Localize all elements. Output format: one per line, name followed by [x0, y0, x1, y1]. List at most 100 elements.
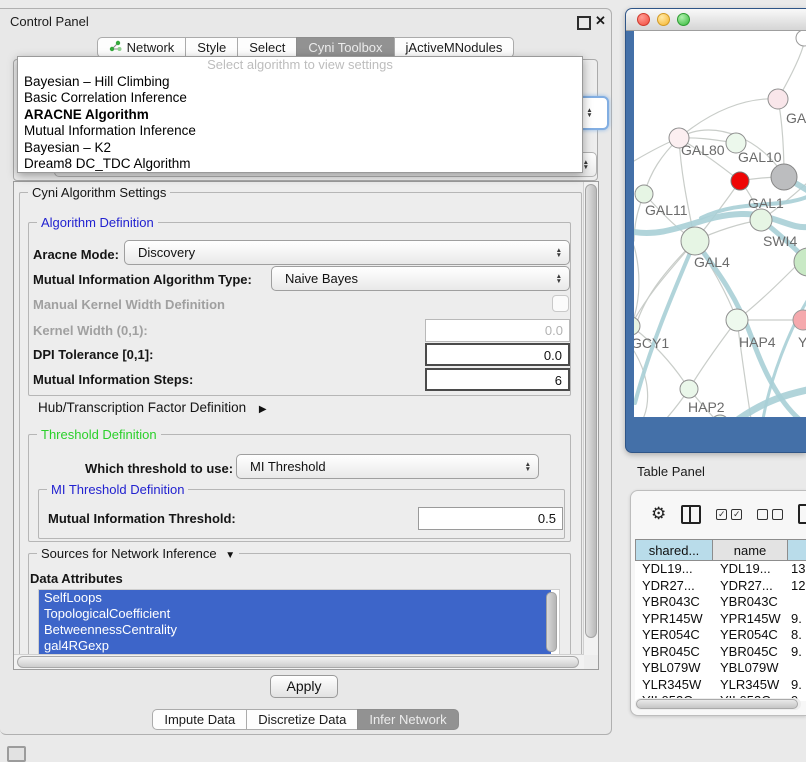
- tab-label: Discretize Data: [258, 710, 346, 729]
- table-body: YDL19...YDL19...13YDR27...YDR27...12YBR0…: [635, 561, 806, 701]
- mi-threshold-field[interactable]: 0.5: [418, 507, 563, 530]
- close-icon[interactable]: ✕: [595, 13, 606, 29]
- tab-discretize-data[interactable]: Discretize Data: [246, 709, 357, 730]
- table-row[interactable]: YBL079WYBL079W: [635, 660, 806, 677]
- which-threshold-combo[interactable]: MI Threshold ▲▼: [236, 454, 539, 479]
- table-row[interactable]: YLR345WYLR345W9.: [635, 677, 806, 694]
- node-gal-pink[interactable]: [768, 89, 788, 109]
- data-attribute-item[interactable]: TopologicalCoefficient: [39, 606, 551, 622]
- table-cell: YDR27...: [635, 578, 713, 595]
- column-header[interactable]: shared...: [635, 539, 713, 561]
- node-label-gal10: GAL10: [738, 149, 782, 165]
- mi-type-combo[interactable]: Naive Bayes ▲▼: [271, 266, 570, 291]
- table-cell: YDL19...: [635, 561, 713, 578]
- node-label-gal: GAL: [786, 110, 806, 126]
- checked-box-icon: ✓: [731, 509, 742, 520]
- minimize-traffic-light-icon[interactable]: [657, 13, 670, 26]
- algorithm-option[interactable]: Dream8 DC_TDC Algorithm: [18, 156, 582, 172]
- dpi-tolerance-field[interactable]: 0.0: [425, 343, 570, 366]
- sources-title: Sources for Network Inference: [41, 546, 217, 561]
- node-label-y: Y: [798, 334, 806, 350]
- data-attribute-item[interactable]: gal4RGexp: [39, 638, 551, 654]
- network-edge[interactable]: [689, 320, 737, 389]
- gear-icon[interactable]: ⚙: [651, 505, 666, 523]
- zoom-traffic-light-icon[interactable]: [677, 13, 690, 26]
- column-layout-icon[interactable]: [681, 505, 701, 524]
- tab-infer-network[interactable]: Infer Network: [357, 709, 458, 730]
- tab-network[interactable]: Network: [97, 37, 186, 58]
- table-header-row: shared...name: [635, 539, 806, 561]
- column-header[interactable]: [788, 539, 806, 561]
- tab-cyni-toolbox[interactable]: Cyni Toolbox: [296, 37, 393, 58]
- combo-arrows-icon: ▲▼: [556, 248, 569, 258]
- aracne-mode-combo[interactable]: Discovery ▲▼: [124, 240, 570, 265]
- node-gray[interactable]: [771, 164, 797, 190]
- close-traffic-light-icon[interactable]: [637, 13, 650, 26]
- node-hap2[interactable]: [680, 380, 698, 398]
- settings-horizontal-scrollbar[interactable]: [14, 654, 584, 669]
- table-cell: 12: [788, 578, 806, 595]
- scrollbar-thumb[interactable]: [636, 699, 798, 709]
- algorithm-option[interactable]: Mutual Information Inference: [18, 123, 582, 139]
- table-row[interactable]: YDL19...YDL19...13: [635, 561, 806, 578]
- mi-threshold-label: Mutual Information Threshold:: [48, 511, 236, 526]
- chevron-right-icon[interactable]: ▶: [259, 404, 267, 415]
- node-top-partial[interactable]: [796, 31, 806, 46]
- algorithm-option[interactable]: Bayesian – Hill Climbing: [18, 74, 582, 90]
- scrollbar-thumb[interactable]: [585, 184, 597, 638]
- kernel-width-label: Kernel Width (0,1):: [33, 323, 148, 338]
- algorithm-option[interactable]: ARACNE Algorithm: [18, 107, 582, 123]
- table-row[interactable]: YER054CYER054C8.: [635, 627, 806, 644]
- combo-arrows-icon: ▲▼: [586, 108, 599, 118]
- table-row[interactable]: YBR045CYBR045C9.: [635, 644, 806, 661]
- deselect-all-icon[interactable]: [757, 509, 783, 520]
- node-y-pink[interactable]: [793, 310, 806, 330]
- which-threshold-label: Which threshold to use:: [85, 461, 233, 476]
- combo-arrows-icon: ▲▼: [556, 274, 569, 284]
- network-window-titlebar[interactable]: [626, 9, 806, 31]
- manual-kernel-checkbox[interactable]: [552, 295, 569, 312]
- network-edge[interactable]: [737, 263, 799, 320]
- node-hap4[interactable]: [726, 309, 748, 331]
- algorithm-option[interactable]: Basic Correlation Inference: [18, 90, 582, 106]
- mi-type-label: Mutual Information Algorithm Type:: [33, 272, 252, 287]
- settings-vertical-scrollbar[interactable]: [583, 182, 598, 655]
- select-all-icon[interactable]: ✓ ✓: [716, 509, 742, 520]
- table-row[interactable]: YPR145WYPR145W9.: [635, 611, 806, 628]
- node-gal11[interactable]: [635, 185, 653, 203]
- tab-label: Infer Network: [369, 710, 446, 729]
- table-row[interactable]: YBR043CYBR043C: [635, 594, 806, 611]
- panel-grip-icon[interactable]: [7, 746, 26, 762]
- export-table-icon[interactable]: [798, 504, 806, 524]
- network-canvas[interactable]: GAL80GAL10GAL1GAL11GAL4SWI4GCY1HAP4HAP2G…: [634, 31, 806, 417]
- network-edge-thick[interactable]: [635, 241, 695, 403]
- tab-impute-data[interactable]: Impute Data: [152, 709, 246, 730]
- table-horizontal-scrollbar[interactable]: [635, 698, 801, 710]
- group-title: Algorithm Definition: [37, 215, 158, 230]
- table-row[interactable]: YDR27...YDR27...12: [635, 578, 806, 595]
- float-panel-icon[interactable]: [577, 16, 591, 30]
- apply-button[interactable]: Apply: [270, 675, 338, 698]
- mi-steps-field[interactable]: 6: [425, 368, 570, 391]
- tab-select[interactable]: Select: [237, 37, 296, 58]
- list-scrollbar-thumb[interactable]: [546, 592, 557, 652]
- node-gal4[interactable]: [681, 227, 709, 255]
- tab-label: Network: [127, 38, 175, 57]
- node-red[interactable]: [731, 172, 749, 190]
- tab-jactivemnodules[interactable]: jActiveMNodules: [394, 37, 515, 58]
- scrollbar-thumb[interactable]: [17, 656, 579, 668]
- chevron-down-icon[interactable]: ▼: [225, 550, 235, 561]
- node-table: shared...name YDL19...YDL19...13YDR27...…: [635, 539, 806, 701]
- column-header[interactable]: name: [713, 539, 788, 561]
- hub-definition-toggle[interactable]: Hub/Transcription Factor Definition ▶: [38, 400, 267, 415]
- sources-toggle[interactable]: Sources for Network Inference ▼: [37, 546, 239, 561]
- table-cell: YLR345W: [635, 677, 713, 694]
- algorithm-option[interactable]: Bayesian – K2: [18, 140, 582, 156]
- kernel-width-field[interactable]: 0.0: [425, 319, 570, 342]
- node-gal1[interactable]: [750, 209, 772, 231]
- data-attribute-item[interactable]: SelfLoops: [39, 590, 551, 606]
- checked-box-icon: ✓: [716, 509, 727, 520]
- table-panel-window: ⚙ ✓ ✓ shared...name YDL19...YDL19...13YD…: [630, 490, 806, 716]
- data-attribute-item[interactable]: BetweennessCentrality: [39, 622, 551, 638]
- tab-style[interactable]: Style: [185, 37, 237, 58]
